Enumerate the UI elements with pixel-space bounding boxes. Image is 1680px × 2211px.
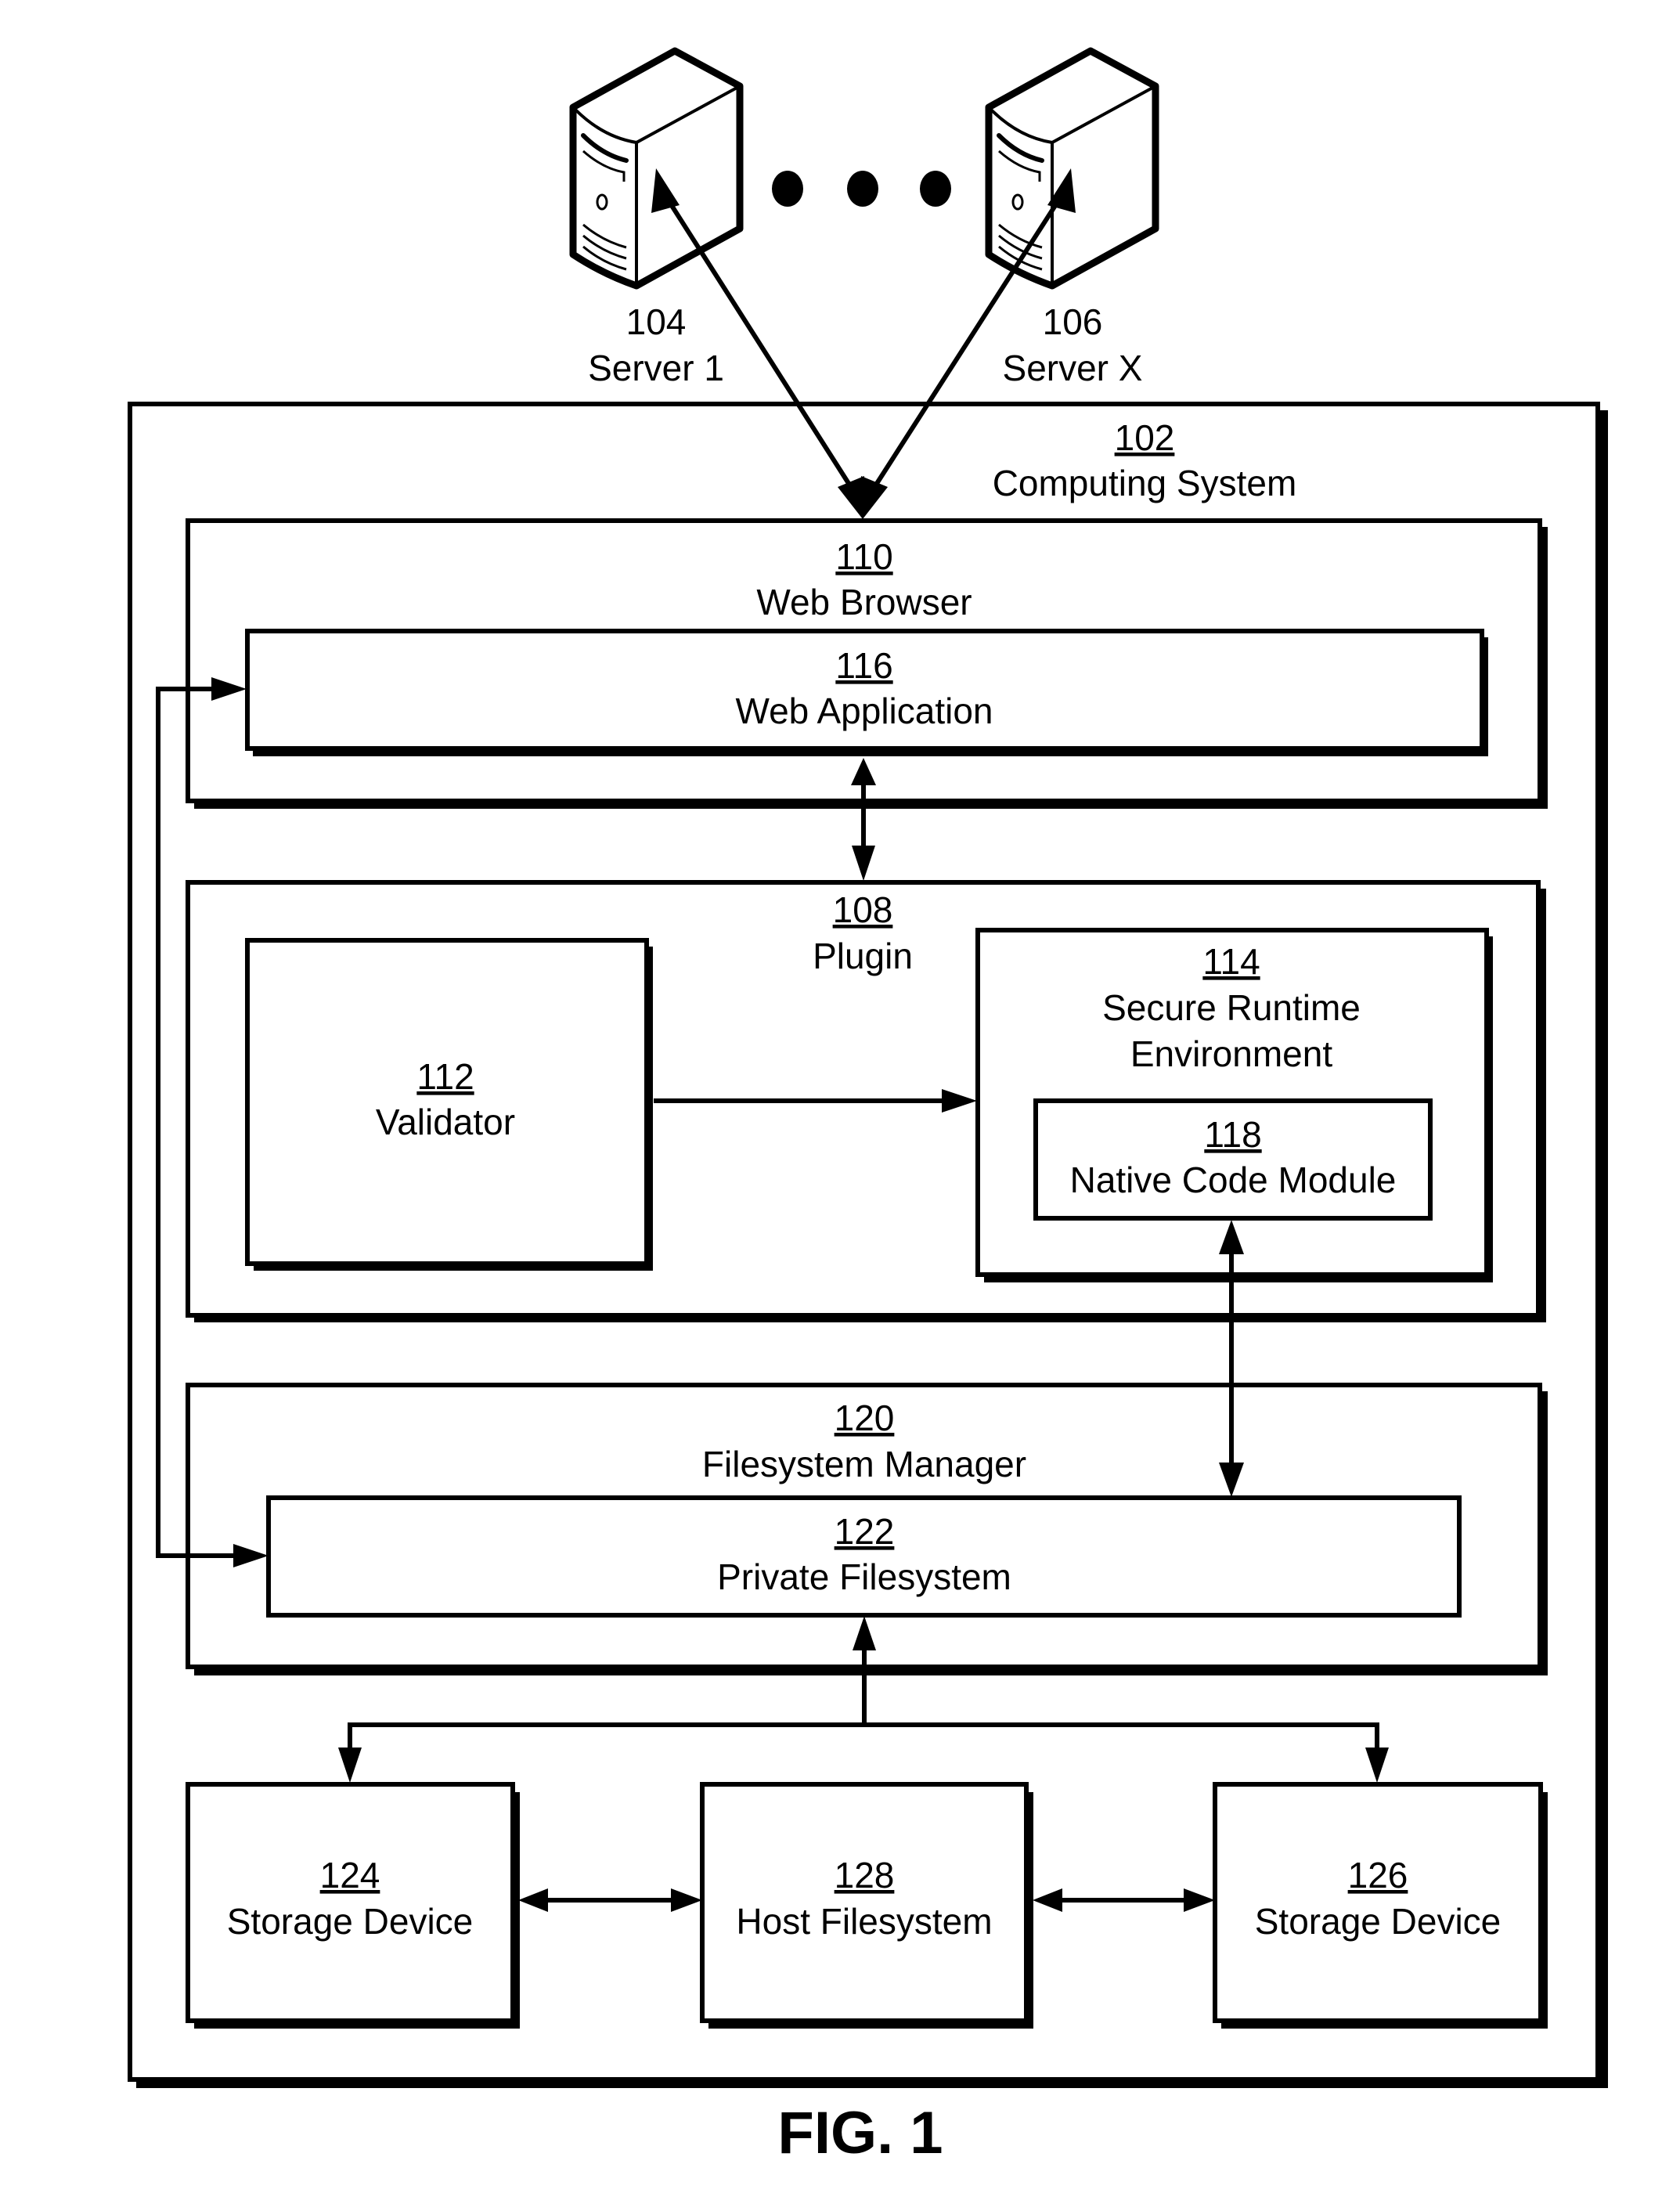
web-browser-id: 110 xyxy=(835,536,892,577)
web-browser-label: Web Browser xyxy=(756,582,972,622)
server-1-id: 104 xyxy=(626,301,687,342)
web-application-box[interactable]: 116 Web Application xyxy=(245,629,1488,756)
validator-id: 112 xyxy=(416,1056,474,1097)
figure-caption: FIG. 1 xyxy=(777,2100,943,2166)
ellipsis-dots-icon xyxy=(772,171,951,207)
host-filesystem-label: Host Filesystem xyxy=(736,1901,992,1942)
private-filesystem-label: Private Filesystem xyxy=(717,1556,1011,1597)
private-filesystem-box[interactable]: 122 Private Filesystem xyxy=(266,1495,1462,1618)
private-filesystem-id: 122 xyxy=(835,1511,895,1552)
server-1[interactable]: 104 Server 1 xyxy=(569,47,744,388)
validator-box[interactable]: 112 Validator xyxy=(245,938,653,1271)
validator-label: Validator xyxy=(376,1102,515,1142)
storage-device-126-id: 126 xyxy=(1348,1855,1408,1895)
native-code-module-id: 118 xyxy=(1204,1114,1261,1155)
plugin-label: Plugin xyxy=(813,936,913,976)
storage-device-126-box[interactable]: 126 Storage Device xyxy=(1213,1782,1548,2029)
host-filesystem-box[interactable]: 128 Host Filesystem xyxy=(700,1782,1033,2029)
native-code-module-label: Native Code Module xyxy=(1070,1160,1397,1200)
storage-device-124-label: Storage Device xyxy=(227,1901,474,1942)
computing-system-id: 102 xyxy=(1115,417,1175,458)
computing-system-label: Computing System xyxy=(993,463,1297,503)
server-icon xyxy=(569,47,744,290)
server-x-id: 106 xyxy=(1043,301,1103,342)
host-filesystem-id: 128 xyxy=(835,1855,895,1895)
server-x[interactable]: 106 Server X xyxy=(985,47,1159,388)
storage-device-124-id: 124 xyxy=(320,1855,380,1895)
secure-runtime-label-line1: Secure Runtime xyxy=(1102,987,1361,1028)
server-1-label: Server 1 xyxy=(588,348,724,388)
native-code-module-box[interactable]: 118 Native Code Module xyxy=(1033,1098,1433,1221)
server-x-label: Server X xyxy=(1003,348,1143,388)
secure-runtime-id: 114 xyxy=(1202,941,1260,982)
secure-runtime-label-line2: Environment xyxy=(1130,1033,1332,1074)
diagram-canvas: 104 Server 1 106 Server X 102 Computing … xyxy=(128,47,1608,2166)
server-icon xyxy=(985,47,1159,290)
web-application-label: Web Application xyxy=(735,691,993,731)
storage-device-126-label: Storage Device xyxy=(1255,1901,1502,1942)
filesystem-manager-id: 120 xyxy=(835,1398,895,1438)
filesystem-manager-label: Filesystem Manager xyxy=(702,1444,1026,1484)
plugin-id: 108 xyxy=(833,889,893,930)
web-application-id: 116 xyxy=(835,645,892,686)
storage-device-124-box[interactable]: 124 Storage Device xyxy=(186,1782,520,2029)
